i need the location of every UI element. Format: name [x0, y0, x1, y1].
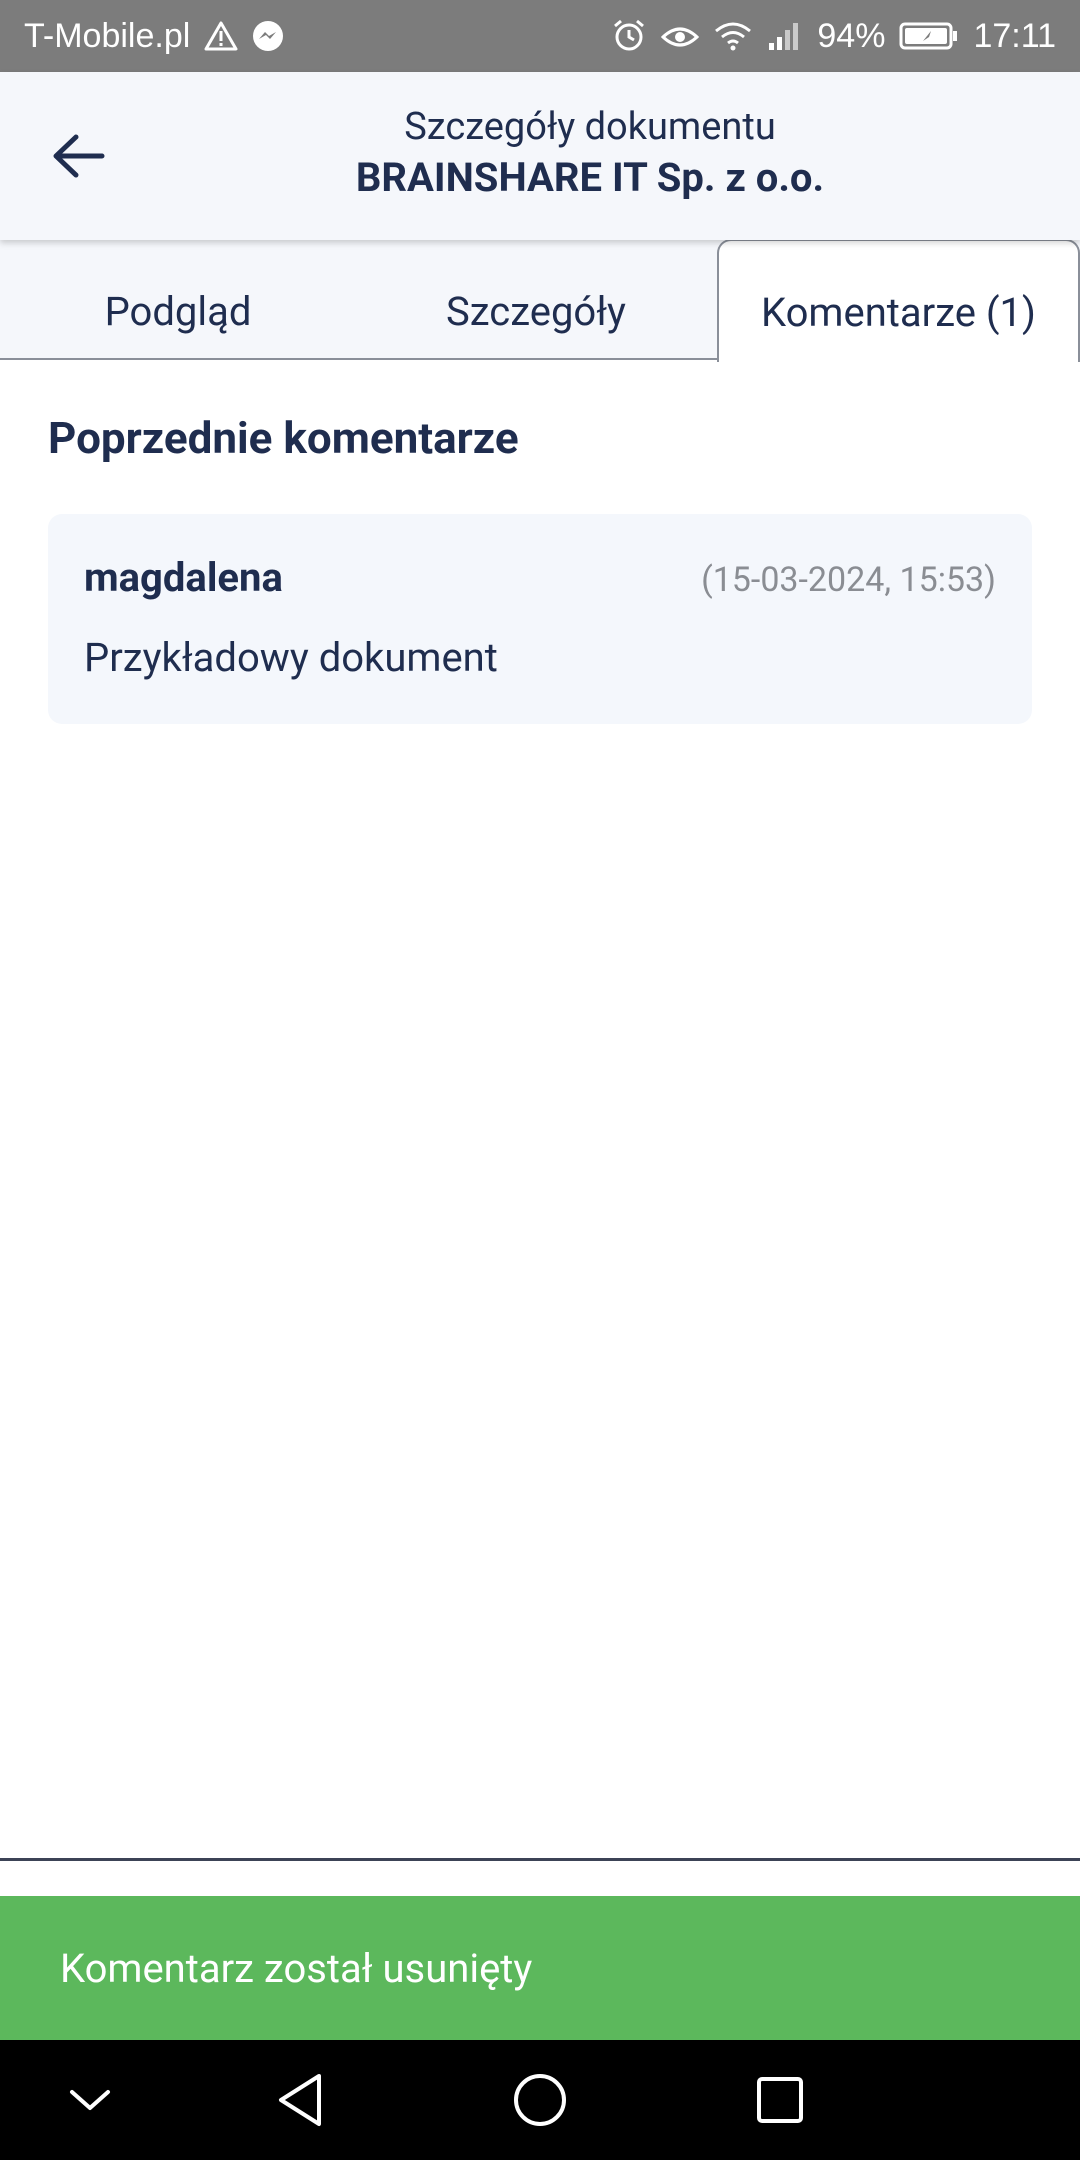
battery-icon — [899, 21, 959, 51]
tab-bar: Podgląd Szczegóły Komentarze (1) — [0, 239, 1080, 362]
status-bar-right: 94% 17:11 — [611, 17, 1056, 56]
nav-hide-button[interactable] — [30, 2040, 150, 2160]
messenger-icon — [252, 20, 284, 52]
signal-icon — [767, 21, 803, 51]
tab-comments[interactable]: Komentarze (1) — [717, 239, 1080, 362]
divider — [0, 1858, 1080, 1861]
nav-recents-button[interactable] — [720, 2040, 840, 2160]
eye-comfort-icon — [661, 21, 700, 51]
comment-card[interactable]: magdalena (15-03-2024, 15:53) Przykładow… — [48, 514, 1032, 724]
nav-home-button[interactable] — [480, 2040, 600, 2160]
warning-icon — [204, 21, 238, 51]
wifi-icon — [713, 20, 753, 52]
arrow-left-icon — [53, 134, 105, 178]
alarm-icon — [611, 18, 647, 54]
status-bar: T-Mobile.pl 94% 17:11 — [0, 0, 1080, 72]
snackbar: Komentarz został usunięty — [0, 1896, 1080, 2040]
chevron-down-icon — [70, 2090, 110, 2110]
snackbar-message: Komentarz został usunięty — [60, 1944, 533, 1992]
back-button[interactable] — [38, 120, 118, 192]
battery-percent: 94% — [817, 16, 886, 55]
status-bar-left: T-Mobile.pl — [24, 17, 284, 56]
section-title: Poprzednie komentarze — [48, 412, 519, 464]
tab-details[interactable]: Szczegóły — [356, 240, 716, 360]
square-recents-icon — [757, 2077, 803, 2123]
comment-author: magdalena — [84, 554, 283, 601]
tab-preview[interactable]: Podgląd — [0, 240, 356, 360]
comment-date: (15-03-2024, 15:53) — [701, 560, 996, 600]
header-subtitle: Szczegóły dokumentu — [404, 105, 776, 149]
comments-content: Poprzednie komentarze magdalena (15-03-2… — [48, 360, 1032, 724]
comment-text: Przykładowy dokument — [84, 634, 498, 681]
header-titles: Szczegóły dokumentu BRAINSHARE IT Sp. z … — [150, 102, 1030, 204]
nav-back-button[interactable] — [240, 2040, 360, 2160]
header-title: BRAINSHARE IT Sp. z o.o. — [355, 154, 825, 201]
app-header: Szczegóły dokumentu BRAINSHARE IT Sp. z … — [0, 72, 1080, 240]
carrier-name: T-Mobile.pl — [24, 16, 191, 55]
system-nav-bar — [0, 2040, 1080, 2160]
circle-home-icon — [514, 2074, 566, 2126]
clock-time: 17:11 — [973, 16, 1056, 55]
triangle-back-icon — [279, 2074, 321, 2126]
